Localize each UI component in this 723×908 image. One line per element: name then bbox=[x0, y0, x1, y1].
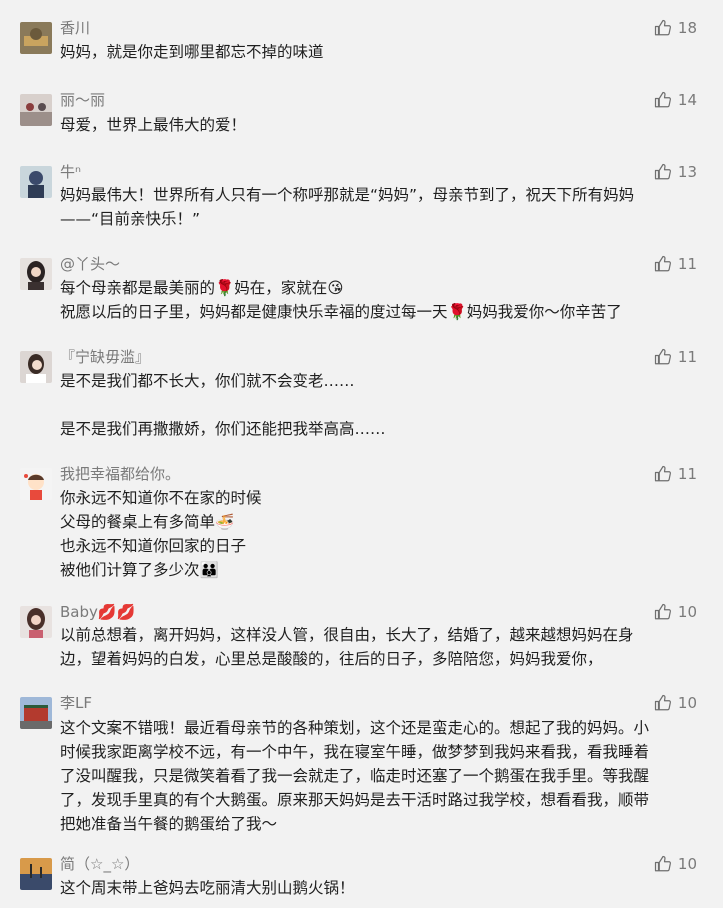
author-name[interactable]: 丽～丽 bbox=[60, 90, 105, 110]
avatar[interactable] bbox=[20, 22, 52, 54]
comment-text: 每个母亲都是最美丽的🌹妈在，家就在😘 祝愿以后的日子里，妈妈都是健康快乐幸福的度… bbox=[60, 279, 622, 321]
like-button[interactable]: 10 bbox=[654, 854, 697, 874]
comment-text: 妈妈，就是你走到哪里都忘不掉的味道 bbox=[60, 43, 324, 61]
like-button[interactable]: 13 bbox=[654, 162, 697, 182]
author-name[interactable]: 『宁缺毋滥』 bbox=[60, 347, 150, 367]
like-count: 10 bbox=[677, 603, 697, 621]
avatar[interactable] bbox=[20, 697, 52, 729]
like-button[interactable]: 11 bbox=[654, 254, 697, 274]
like-count: 10 bbox=[677, 694, 697, 712]
comment-text: 这个周末带上爸妈去吃丽清大别山鹅火锅！ bbox=[60, 879, 355, 897]
author-name[interactable]: 李LF bbox=[60, 693, 92, 713]
thumbs-up-icon bbox=[654, 19, 671, 36]
author-name[interactable]: @丫头～ bbox=[60, 254, 120, 274]
comment-text: 妈妈最伟大！世界所有人只有一个称呼那就是“妈妈”，母亲节到了，祝天下所有妈妈 —… bbox=[60, 186, 635, 228]
avatar[interactable] bbox=[20, 351, 52, 383]
like-button[interactable]: 11 bbox=[654, 464, 697, 484]
thumbs-up-icon bbox=[654, 348, 671, 365]
comment-text: 这个文案不错哦！最近看母亲节的各种策划，这个还是蛮走心的。想起了我的妈妈。小 时… bbox=[60, 719, 650, 833]
avatar[interactable] bbox=[20, 468, 52, 500]
like-count: 11 bbox=[677, 255, 697, 273]
comment-text: 是不是我们都不长大，你们就不会变老…… 是不是我们再撒撒娇，你们还能把我举高高…… bbox=[60, 372, 386, 438]
like-button[interactable]: 14 bbox=[654, 90, 697, 110]
thumbs-up-icon bbox=[654, 91, 671, 108]
thumbs-up-icon bbox=[654, 694, 671, 711]
comment-text: 母爱，世界上最伟大的爱！ bbox=[60, 116, 247, 134]
avatar[interactable] bbox=[20, 606, 52, 638]
comment-text: 你永远不知道你不在家的时候 父母的餐桌上有多简单🍜 也永远不知道你回家的日子 被… bbox=[60, 489, 262, 579]
like-count: 11 bbox=[677, 465, 697, 483]
like-button[interactable]: 10 bbox=[654, 602, 697, 622]
thumbs-up-icon bbox=[654, 603, 671, 620]
like-count: 13 bbox=[677, 163, 697, 181]
like-button[interactable]: 11 bbox=[654, 347, 697, 367]
avatar[interactable] bbox=[20, 258, 52, 290]
thumbs-up-icon bbox=[654, 465, 671, 482]
thumbs-up-icon bbox=[654, 163, 671, 180]
author-name[interactable]: 简（☆_☆） bbox=[60, 854, 139, 874]
author-name[interactable]: 香川 bbox=[60, 18, 90, 38]
thumbs-up-icon bbox=[654, 855, 671, 872]
like-button[interactable]: 18 bbox=[654, 18, 697, 38]
thumbs-up-icon bbox=[654, 255, 671, 272]
like-count: 10 bbox=[677, 855, 697, 873]
avatar[interactable] bbox=[20, 166, 52, 198]
like-count: 11 bbox=[677, 348, 697, 366]
comment-text: 以前总想着，离开妈妈，这样没人管，很自由，长大了，结婚了，越来越想妈妈在身 边，… bbox=[60, 626, 634, 668]
avatar[interactable] bbox=[20, 94, 52, 126]
like-count: 14 bbox=[677, 91, 697, 109]
author-name[interactable]: Baby💋💋 bbox=[60, 602, 135, 622]
avatar[interactable] bbox=[20, 858, 52, 890]
like-button[interactable]: 10 bbox=[654, 693, 697, 713]
like-count: 18 bbox=[677, 19, 697, 37]
author-name[interactable]: 我把幸福都给你。 bbox=[60, 464, 180, 484]
author-name[interactable]: 牛ⁿ bbox=[60, 162, 81, 182]
